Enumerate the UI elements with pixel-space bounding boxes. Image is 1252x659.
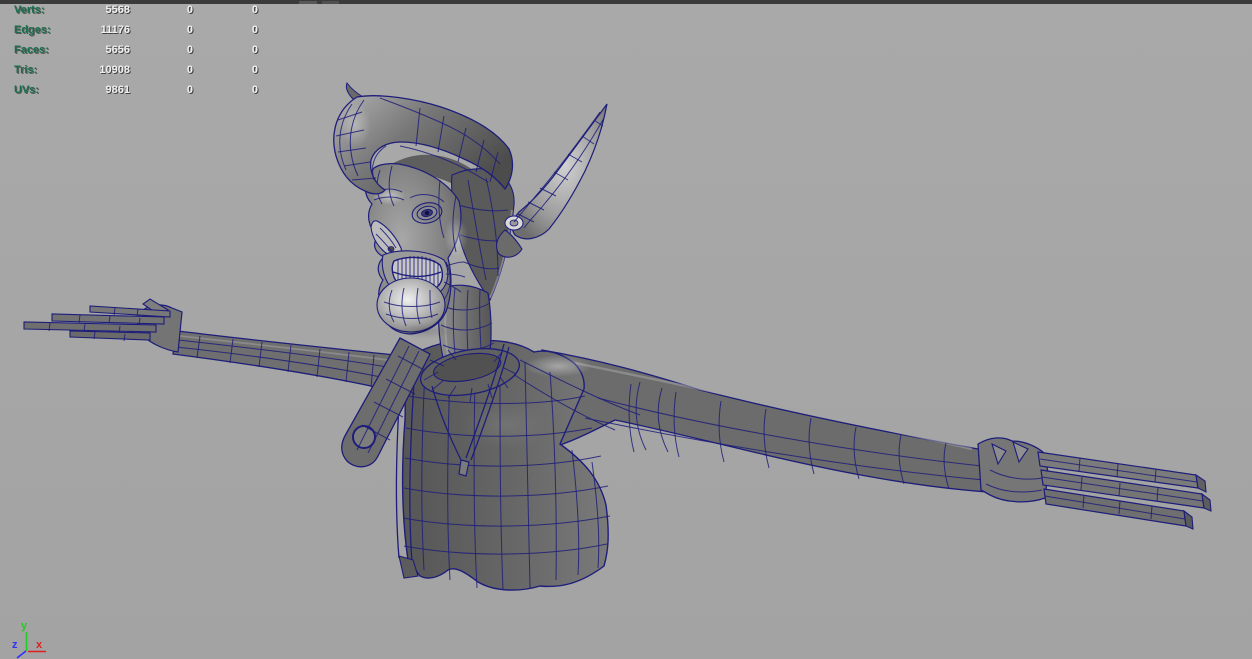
axis-z-label: z bbox=[12, 639, 18, 651]
hud-col3: 0 bbox=[251, 24, 258, 36]
hud-total: 10908 bbox=[99, 64, 130, 76]
hud-col3: 0 bbox=[251, 64, 258, 76]
model-ear bbox=[496, 103, 608, 258]
hud-col3: 0 bbox=[251, 84, 258, 96]
axis-x-label: x bbox=[36, 639, 43, 651]
hud-label: Verts: bbox=[14, 4, 45, 16]
hud-label: Edges: bbox=[14, 24, 51, 36]
hud-total: 11176 bbox=[100, 24, 130, 36]
hud-col3: 0 bbox=[251, 44, 258, 56]
hud-row-faces: Faces: 5656 0 0 bbox=[14, 40, 258, 60]
axis-y-label: y bbox=[21, 620, 28, 632]
hud-row-tris: Tris: 10908 0 0 bbox=[14, 60, 258, 80]
hud-col2: 0 bbox=[186, 24, 193, 36]
model-left-hand bbox=[23, 298, 183, 353]
hud-row-uvs: UVs: 9861 0 0 bbox=[14, 80, 258, 100]
hud-col3: 0 bbox=[251, 4, 258, 16]
viewport-screen: Verts: 5568 0 0 Edges: 11176 0 0 Faces: 5656 0 0 … bbox=[0, 0, 1252, 659]
hud-label: UVs: bbox=[14, 84, 40, 96]
hud-col2: 0 bbox=[186, 4, 193, 16]
poly-count-hud: Verts: 5568 0 0 Edges: 11176 0 0 Faces: 5656 0 0 … bbox=[14, 0, 258, 100]
hud-total: 5568 bbox=[105, 4, 130, 16]
hud-label: Faces: bbox=[14, 44, 49, 56]
hud-total: 9861 bbox=[105, 84, 130, 96]
model-right-hand bbox=[977, 437, 1212, 530]
hud-row-verts: Verts: 5568 0 0 bbox=[14, 0, 258, 20]
hud-col2: 0 bbox=[186, 84, 193, 96]
hud-col2: 0 bbox=[186, 44, 193, 56]
hud-total: 5656 bbox=[105, 44, 130, 56]
model-right-arm bbox=[541, 349, 989, 493]
hud-label: Tris: bbox=[14, 64, 38, 76]
hud-row-edges: Edges: 11176 0 0 bbox=[14, 20, 258, 40]
view-axis-gizmo: y z x bbox=[12, 620, 46, 659]
hud-col2: 0 bbox=[186, 64, 193, 76]
